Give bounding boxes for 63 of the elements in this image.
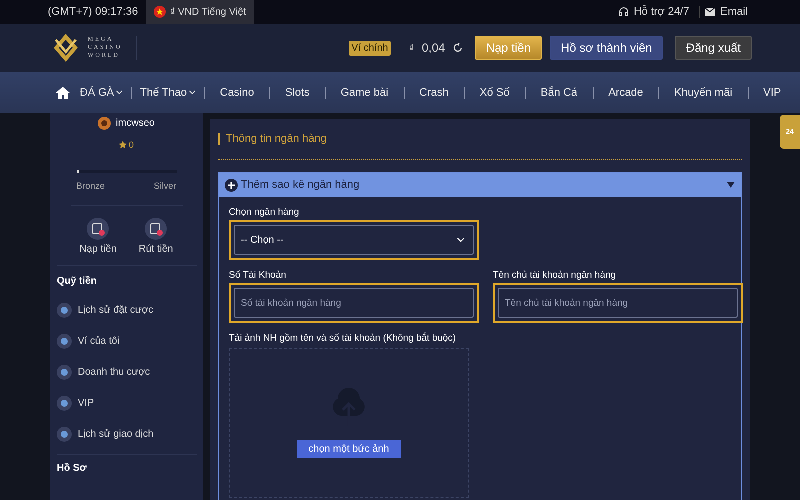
chevron-down-icon: [457, 236, 465, 244]
input-field[interactable]: Số tài khoản ngân hàng: [234, 288, 474, 318]
section-title: Hồ Sơ: [57, 463, 87, 474]
flag-icon: [154, 6, 166, 18]
deposit-link[interactable]: Nạp tiền: [80, 218, 117, 255]
star-icon: [118, 141, 127, 149]
bank-select[interactable]: -- Chọn --: [234, 225, 474, 255]
headset-icon: [618, 6, 629, 18]
menu-item-icon: [57, 303, 72, 318]
chevron-down-icon: [116, 89, 124, 96]
balance-amount: 0,04: [422, 41, 446, 55]
chevron-down-icon: [189, 89, 196, 96]
logout-button[interactable]: Đăng xuất: [675, 36, 752, 60]
panel-title: Thông tin ngân hàng: [218, 133, 742, 145]
input-field[interactable]: Tên chủ tài khoản ngân hàng: [498, 288, 738, 318]
plus-icon: [225, 178, 238, 192]
rank-label: Bronze: [76, 181, 106, 191]
nav-item[interactable]: Bắn Cá: [524, 86, 593, 98]
support-link[interactable]: Hỗ trợ 24/7: [634, 6, 690, 18]
rank-label: Silver: [154, 181, 176, 191]
avatar-icon: [98, 117, 112, 130]
menu-item-icon: [57, 427, 72, 442]
wallet-icon: [145, 218, 168, 240]
field-label: Tên chủ tài khoản ngân hàng: [493, 270, 618, 281]
username: imcwseo: [116, 118, 155, 129]
home-icon[interactable]: [56, 86, 70, 100]
email-link[interactable]: Email: [720, 6, 748, 18]
menu-item[interactable]: VIP: [57, 388, 94, 419]
nav-item[interactable]: Game bài: [324, 86, 404, 98]
choose-image-button[interactable]: chọn một bức ảnh: [296, 440, 402, 458]
nav-item[interactable]: Khuyến mãi: [658, 86, 748, 98]
menu-item-icon: [57, 334, 72, 349]
nav-item[interactable]: Arcade: [592, 86, 658, 98]
field-label: Số Tài Khoản: [229, 270, 288, 281]
menu-item[interactable]: Doanh thu cược: [57, 357, 150, 388]
currency-symbol: ₫: [409, 43, 414, 53]
menu-item-icon: [57, 396, 72, 411]
nav-item[interactable]: Xổ Số: [464, 86, 525, 98]
menu-item[interactable]: Ví của tôi: [57, 326, 120, 357]
nav-item[interactable]: Crash: [404, 86, 464, 98]
nav-item[interactable]: ĐÁ GÀ: [72, 86, 132, 98]
mail-icon: [705, 8, 716, 16]
nav-item[interactable]: VIP: [748, 86, 796, 98]
language-selector[interactable]: ₫ VND Tiếng Việt: [146, 0, 254, 24]
star-count: 0: [128, 140, 134, 150]
logo-icon[interactable]: [52, 32, 80, 64]
timezone-clock: (GMT+7) 09:17:36: [48, 6, 138, 18]
menu-item-icon: [57, 365, 72, 380]
nav-item[interactable]: Casino: [204, 86, 270, 98]
field-label: Chọn ngân hàng: [229, 207, 300, 218]
field-label: Tải ảnh NH gồm tên và số tài khoản (Không bắt buộc): [229, 333, 458, 344]
menu-item[interactable]: Lịch sử giao dịch: [57, 419, 154, 450]
wallet-tag: Ví chính: [348, 40, 392, 56]
menu-item[interactable]: Lịch sử đặt cược: [57, 295, 154, 326]
upload-area[interactable]: chọn một bức ảnh: [229, 348, 469, 498]
section-title: Quỹ tiền: [57, 276, 98, 287]
wallet-icon: [87, 218, 110, 240]
nav-item[interactable]: Thể Thao: [131, 86, 204, 98]
accordion-header[interactable]: Thêm sao kê ngân hàng: [219, 173, 741, 197]
withdraw-link[interactable]: Rút tiền: [138, 218, 174, 255]
nav-item[interactable]: Slots: [269, 86, 325, 98]
refresh-icon[interactable]: [453, 43, 464, 53]
profile-button[interactable]: Hồ sơ thành viên: [550, 36, 664, 60]
